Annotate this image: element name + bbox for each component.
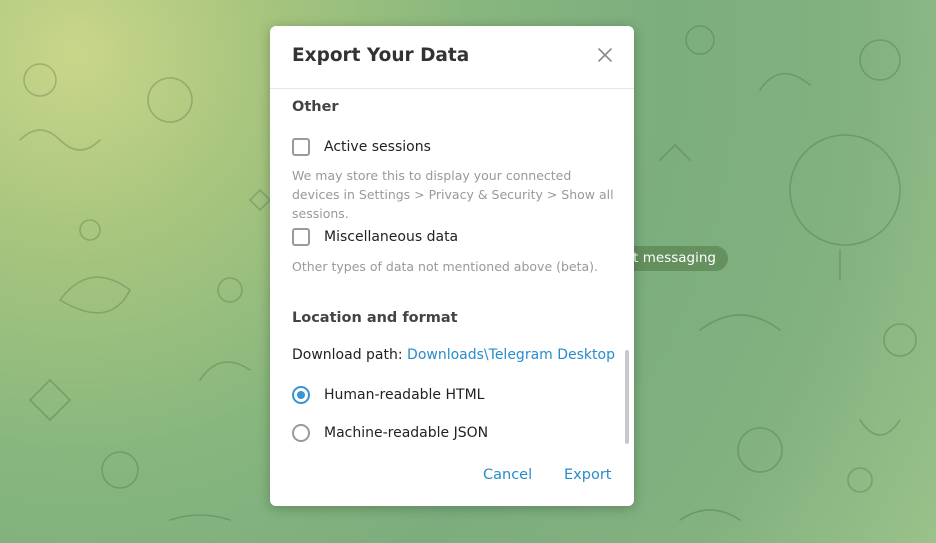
scrollbar-thumb[interactable] (625, 350, 629, 444)
section-title-other: Other (292, 99, 339, 115)
dialog-content: Other Active sessions We may store this … (270, 89, 634, 449)
active-sessions-label: Active sessions (324, 139, 431, 155)
download-path-row: Download path: Downloads\Telegram Deskto… (292, 347, 615, 363)
export-data-dialog: Export Your Data Other Active sessions W… (270, 26, 634, 506)
format-html-label: Human-readable HTML (324, 387, 485, 403)
close-button[interactable] (592, 42, 618, 68)
format-json-radio[interactable] (292, 424, 310, 442)
active-sessions-description: We may store this to display your connec… (292, 168, 614, 221)
download-path-link[interactable]: Downloads\Telegram Desktop (407, 347, 615, 363)
active-sessions-option[interactable]: Active sessions (292, 136, 431, 158)
misc-data-description: Other types of data not mentioned above … (292, 259, 599, 274)
close-icon (598, 48, 612, 62)
format-html-radio[interactable] (292, 386, 310, 404)
dialog-scrollbar[interactable] (625, 94, 629, 444)
format-option-html[interactable]: Human-readable HTML (292, 384, 484, 406)
download-path-label: Download path: (292, 347, 403, 363)
misc-data-option[interactable]: Miscellaneous data (292, 226, 458, 248)
cancel-button[interactable]: Cancel (483, 467, 532, 483)
dialog-header: Export Your Data (270, 26, 634, 89)
misc-data-checkbox[interactable] (292, 228, 310, 246)
format-option-json[interactable]: Machine-readable JSON (292, 422, 488, 444)
section-title-location: Location and format (292, 310, 458, 326)
dialog-title: Export Your Data (292, 45, 470, 66)
active-sessions-checkbox[interactable] (292, 138, 310, 156)
misc-data-label: Miscellaneous data (324, 229, 459, 245)
export-button[interactable]: Export (564, 467, 611, 483)
format-json-label: Machine-readable JSON (324, 425, 489, 441)
